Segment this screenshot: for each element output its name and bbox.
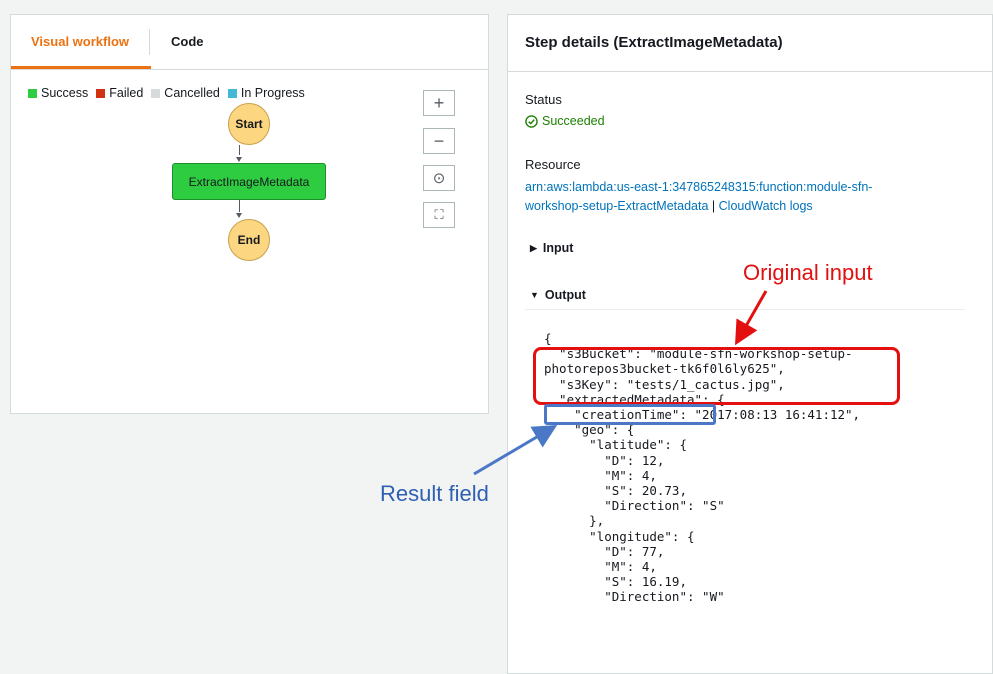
end-node[interactable]: End [228, 219, 270, 261]
caret-right-icon: ▶ [530, 242, 537, 253]
resource-arn-link-cont[interactable]: workshop-setup-ExtractMetadata [525, 199, 708, 213]
minus-icon: − [433, 130, 445, 151]
legend-success: Success [28, 86, 88, 100]
resource-arn-line2: workshop-setup-ExtractMetadata | CloudWa… [525, 199, 813, 213]
legend-label: Failed [109, 86, 144, 100]
plus-icon: + [433, 92, 445, 113]
annotation-result-field: Result field [380, 481, 489, 506]
target-icon: ⊙ [432, 170, 446, 187]
cloudwatch-logs-link[interactable]: CloudWatch logs [719, 199, 813, 213]
legend-label: In Progress [240, 86, 305, 100]
status-label: Status [525, 92, 562, 107]
annotation-blue-box [544, 404, 716, 425]
success-swatch [28, 88, 37, 98]
annotation-red-box [533, 347, 900, 405]
output-divider [525, 309, 965, 310]
check-circle-icon [525, 114, 538, 128]
zoom-in-button[interactable]: + [423, 90, 455, 116]
caret-down-icon: ▼ [530, 290, 539, 300]
edge-start-to-task [239, 145, 240, 155]
step-details-title: Step details (ExtractImageMetadata) [525, 34, 783, 51]
edge-task-to-end [239, 200, 240, 212]
cancelled-swatch [151, 88, 161, 98]
tab-visual-workflow[interactable]: Visual workflow [31, 15, 129, 69]
task-node-label: ExtractImageMetadata [188, 174, 310, 189]
arrow-icon [236, 157, 242, 162]
legend-cancelled: Cancelled [151, 86, 220, 100]
step-details-header: Step details (ExtractImageMetadata) [508, 15, 992, 72]
output-label: Output [544, 288, 586, 302]
failed-swatch [96, 88, 106, 98]
arrow-icon [236, 213, 242, 218]
status-legend: Success Failed Cancelled In Progress [28, 86, 305, 100]
annotation-original-input: Original input [743, 260, 873, 285]
tab-code[interactable]: Code [171, 15, 204, 69]
zoom-out-button[interactable]: − [423, 128, 455, 154]
end-node-label: End [237, 233, 261, 247]
center-button[interactable]: ⊙ [423, 165, 455, 191]
status-text: Succeeded [542, 114, 605, 128]
status-value: Succeeded [525, 114, 605, 128]
start-node[interactable]: Start [228, 103, 270, 145]
fit-to-screen-button[interactable]: ⛶ [423, 202, 455, 228]
resource-arn-link[interactable]: arn:aws:lambda:us-east-1:347865248315:fu… [525, 180, 872, 194]
link-separator: | [711, 199, 716, 213]
tab-divider [149, 29, 150, 55]
input-section-toggle[interactable]: ▶ Input [530, 241, 573, 255]
in-progress-swatch [227, 88, 237, 98]
input-label: Input [542, 241, 574, 255]
output-section-toggle[interactable]: ▼ Output [530, 288, 586, 302]
task-node-extract-image-metadata[interactable]: ExtractImageMetadata [172, 163, 326, 200]
legend-in-progress: In Progress [227, 86, 305, 100]
resource-label: Resource [525, 157, 581, 172]
active-tab-indicator [11, 66, 151, 69]
start-node-label: Start [235, 117, 263, 131]
tab-bar: Visual workflow Code [11, 15, 488, 70]
legend-label: Success [41, 86, 89, 100]
legend-label: Cancelled [164, 86, 220, 100]
visual-workflow-panel: Visual workflow Code [10, 14, 489, 414]
expand-icon: ⛶ [434, 207, 444, 222]
step-details-panel: Step details (ExtractImageMetadata) Stat… [507, 14, 993, 674]
legend-failed: Failed [96, 86, 143, 100]
